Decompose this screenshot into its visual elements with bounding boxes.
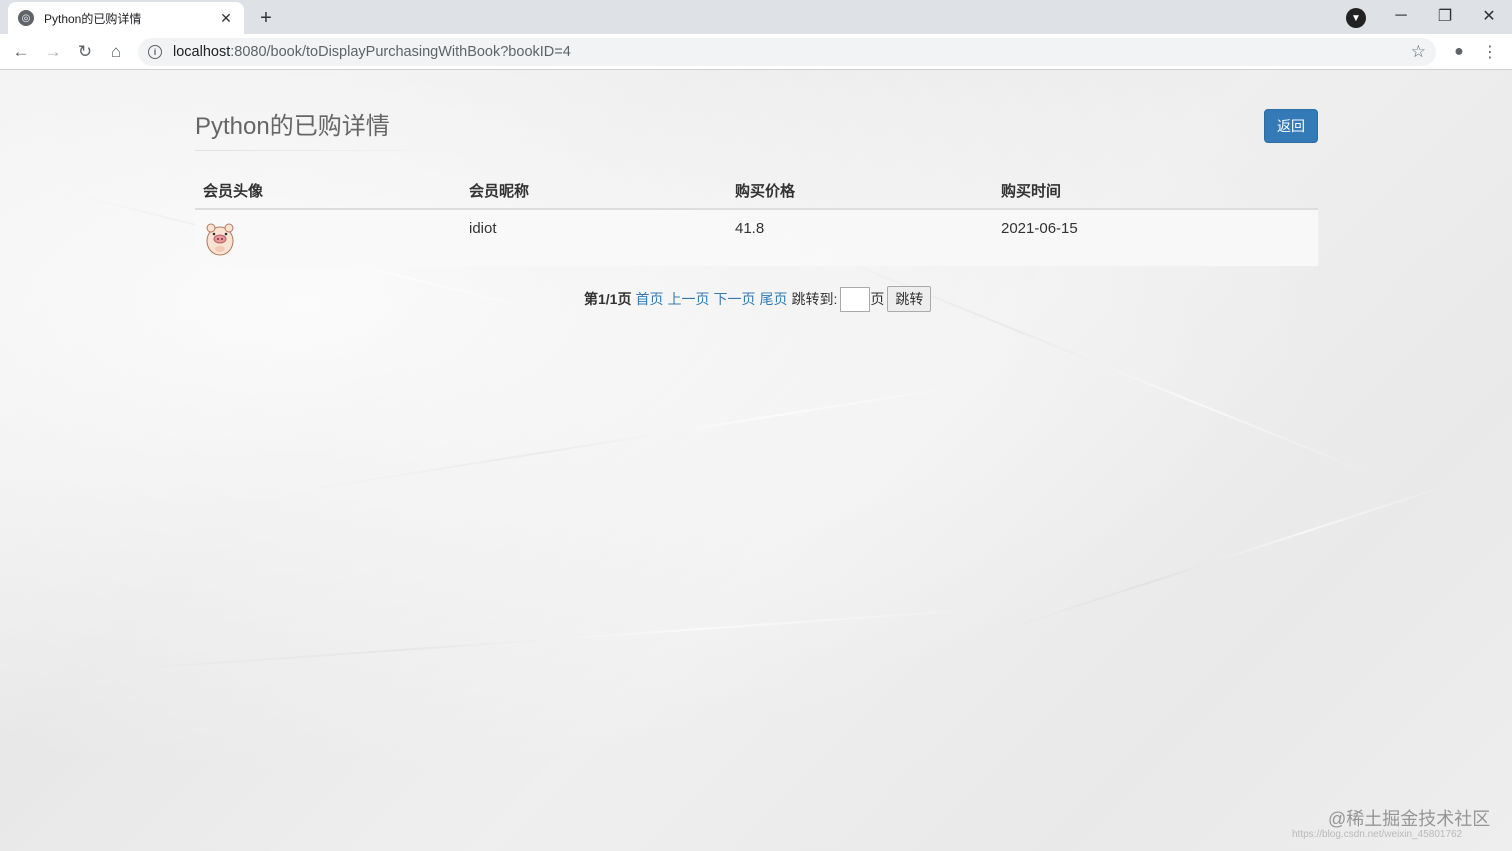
paper-texture [819,250,1377,477]
page-title: Python的已购详情 [195,113,390,140]
paper-texture [999,481,1457,632]
home-icon[interactable]: ⌂ [104,40,128,64]
prev-page-link[interactable]: 上一页 [667,289,709,309]
column-header: 购买时间 [993,173,1318,210]
watermark-url: https://blog.csdn.net/weixin_45801762 [1292,829,1463,840]
purchase-table: 会员头像 会员昵称 购买价格 购买时间 idiot 41.8 2021-06-1… [195,173,1318,266]
table-row: idiot 41.8 2021-06-15 [195,209,1318,266]
pagination: 第1/1页 首页 上一页 下一页 尾页 跳转到: 页 跳转 [584,286,932,312]
paper-texture [299,380,992,492]
page-content: Python的已购详情 返回 会员头像 会员昵称 购买价格 购买时间 idiot… [0,70,1512,851]
new-tab-button[interactable]: + [254,6,278,30]
url-text[interactable]: localhost:8080/book/toDisplayPurchasingW… [173,44,1411,60]
page-info: 第1/1页 [584,291,632,307]
reload-icon[interactable]: ↻ [73,40,97,64]
window-close-button[interactable]: ✕ [1474,4,1504,28]
browser-toolbar: ← → ↻ ⌂ i localhost:8080/book/toDisplayP… [0,34,1512,70]
close-icon[interactable]: ✕ [218,10,234,26]
date-cell: 2021-06-15 [993,209,1318,266]
kebab-menu-icon[interactable]: ⋮ [1482,42,1498,62]
table-header-row: 会员头像 会员昵称 购买价格 购买时间 [195,173,1318,210]
address-bar[interactable]: i localhost:8080/book/toDisplayPurchasin… [138,38,1436,66]
browser-tab[interactable]: ◎ Python的已购详情 ✕ [8,2,244,34]
next-page-link[interactable]: 下一页 [713,289,755,309]
tab-title: Python的已购详情 [44,11,142,26]
star-icon[interactable]: ☆ [1411,42,1426,62]
url-host: localhost [173,44,231,60]
nickname-cell: idiot [461,209,727,266]
page-unit-label: 页 [870,291,885,307]
minimize-button[interactable]: ─ [1386,4,1416,28]
jump-label: 跳转到: [791,291,838,307]
paper-texture [99,607,998,672]
avatar-cell [195,209,461,266]
column-header: 会员昵称 [461,173,727,210]
browser-tabbar: ◎ Python的已购详情 ✕ + ▼ ─ ❐ ✕ [0,0,1512,34]
profile-icon[interactable]: ● [1449,42,1469,62]
back-button[interactable]: 返回 [1264,109,1318,143]
column-header: 购买价格 [727,173,993,210]
back-arrow-icon[interactable]: ← [9,40,33,64]
extension-icon[interactable]: ▼ [1346,8,1366,28]
first-page-link[interactable]: 首页 [635,289,663,309]
page-number-input[interactable] [840,286,871,312]
watermark: @稀土掘金技术社区 [1328,809,1491,829]
restore-button[interactable]: ❐ [1430,4,1460,28]
pig-avatar-icon [206,223,234,256]
column-header: 会员头像 [195,173,461,210]
info-icon[interactable]: i [148,45,162,59]
jump-button[interactable]: 跳转 [887,286,932,312]
forward-arrow-icon[interactable]: → [41,40,65,64]
globe-icon: ◎ [18,10,34,26]
last-page-link[interactable]: 尾页 [759,289,787,309]
url-path: :8080/book/toDisplayPurchasingWithBook?b… [230,44,571,60]
title-divider [195,150,445,151]
price-cell: 41.8 [727,209,993,266]
